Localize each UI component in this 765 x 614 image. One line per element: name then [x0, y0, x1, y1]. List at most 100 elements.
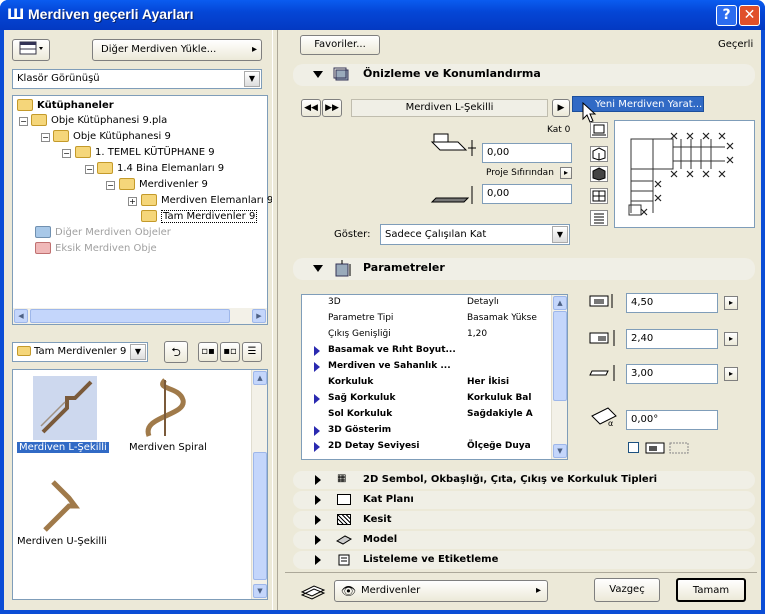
scroll-up-icon[interactable]: ▲ [553, 296, 567, 310]
title-bar: Ш Merdiven geçerli Ayarları ? ✕ [0, 0, 765, 30]
param-row[interactable]: Çıkış Genişliği 1,20 [302, 327, 552, 343]
section-section[interactable]: Kesit [293, 511, 755, 529]
show-select[interactable]: Sadece Çalışılan Kat ▼ [380, 224, 570, 245]
chevron-down-icon[interactable]: ▼ [244, 71, 260, 87]
folder-select[interactable]: Tam Merdivenler 9 ▼ [12, 342, 148, 362]
scroll-up-icon[interactable]: ▲ [253, 371, 267, 385]
param-row[interactable]: Parametre Tipi Basamak Yükse [302, 311, 552, 327]
tree-item-obje-lib[interactable]: Obje Kütüphanesi 9 [53, 130, 171, 146]
param-row[interactable]: Merdiven ve Sahanlık ... [302, 359, 552, 375]
object-label-l[interactable]: Merdiven L-Şekilli [17, 442, 109, 453]
length-input[interactable]: 4,50 [626, 293, 718, 313]
library-menu-button[interactable] [12, 39, 50, 61]
cancel-button[interactable]: Vazgeç [594, 578, 660, 602]
view-list-button[interactable] [590, 210, 608, 226]
section-2d-symbol[interactable]: ▦ 2D Sembol, Okbaşlığı, Çıta, Çıkış ve K… [293, 471, 755, 489]
height-from-floor-input[interactable]: 0,00 [482, 143, 572, 163]
reference-menu-button[interactable]: ▸ [560, 167, 572, 179]
width-input[interactable]: 2,40 [626, 329, 718, 349]
param-row[interactable]: 2D Detay Seviyesi Ölçeğe Duya [302, 439, 552, 455]
height-input[interactable]: 3,00 [626, 364, 718, 384]
collapse-icon[interactable]: − [106, 181, 115, 190]
view-shaded-button[interactable] [590, 166, 608, 182]
stair-plan-preview [628, 132, 734, 216]
param-row[interactable]: Basamak ve Rıht Boyut... [302, 343, 552, 359]
folder-up-button[interactable]: ⮌ [164, 341, 188, 363]
scroll-thumb[interactable] [253, 452, 267, 580]
params-section-header[interactable]: Parametreler [293, 258, 755, 280]
library-icon [19, 41, 43, 55]
collapse-icon[interactable]: − [41, 133, 50, 142]
param-row[interactable]: Sol Korkuluk Sağdakiyle A [302, 407, 552, 423]
tree-item-obje-pla[interactable]: Obje Kütüphanesi 9.pla [31, 114, 167, 130]
height-menu-button[interactable]: ▸ [724, 367, 738, 381]
object-thumb-l[interactable] [33, 376, 97, 440]
tree-item-bina[interactable]: 1.4 Bina Elemanları 9 [97, 162, 224, 178]
tree-item-eksik[interactable]: Eksik Merdiven Obje [35, 242, 157, 258]
param-row[interactable]: Korkuluk Her İkisi [302, 375, 552, 391]
length-menu-button[interactable]: ▸ [724, 296, 738, 310]
expand-triangle-icon [314, 394, 320, 404]
chevron-right-icon: ▶ [557, 103, 565, 113]
scroll-down-icon[interactable]: ▼ [253, 584, 267, 598]
collapse-icon[interactable]: − [19, 117, 28, 126]
param-row[interactable]: Sağ Korkuluk Korkuluk Bal [302, 391, 552, 407]
tree-item-libraries[interactable]: Kütüphaneler [17, 99, 114, 115]
close-button[interactable]: ✕ [739, 5, 760, 26]
view-plan-button[interactable] [590, 122, 608, 138]
help-button[interactable]: ? [716, 5, 737, 26]
tree-item-merdivenler[interactable]: Merdivenler 9 [119, 178, 208, 194]
scroll-right-icon[interactable]: ▶ [252, 309, 266, 323]
floor-plan-icon [337, 494, 351, 505]
tree-item-diger[interactable]: Diğer Merdiven Objeler [35, 226, 171, 242]
view-mode-select[interactable]: Klasör Görünüşü ▼ [12, 69, 262, 89]
scroll-down-icon[interactable]: ▼ [553, 444, 567, 458]
scroll-thumb[interactable] [30, 309, 230, 323]
height-from-project-input[interactable]: 0,00 [482, 184, 572, 204]
next-object-button[interactable]: ▶▶ [322, 99, 342, 117]
scroll-left-icon[interactable]: ◀ [14, 309, 28, 323]
browser-vscrollbar[interactable]: ▲ ▼ [251, 370, 267, 599]
tree-item-tam-merdivenler[interactable]: Tam Merdivenler 9 [141, 210, 258, 226]
object-thumb-spiral[interactable] [135, 376, 199, 440]
section-floor-plan[interactable]: Kat Planı [293, 491, 755, 509]
mirror-icon [645, 442, 689, 454]
chevron-down-icon[interactable]: ▼ [130, 344, 146, 360]
view-3d-button[interactable] [590, 146, 608, 162]
ok-button[interactable]: Tamam [676, 578, 746, 602]
collapse-icon[interactable]: − [62, 149, 71, 158]
object-menu-button[interactable]: ▶ [552, 99, 570, 117]
object-label-spiral[interactable]: Merdiven Spiral [129, 442, 207, 453]
stair-length-icon [589, 294, 613, 308]
favorites-button[interactable]: Favoriler... [300, 35, 380, 55]
chevron-down-icon[interactable]: ▼ [552, 226, 568, 243]
width-menu-button[interactable]: ▸ [724, 332, 738, 346]
list-view-button[interactable]: ☰ [242, 342, 262, 362]
params-vscrollbar[interactable]: ▲ ▼ [551, 295, 567, 459]
tree-item-merdiven-elemanlari[interactable]: Merdiven Elemanları 9 [141, 194, 273, 210]
param-row[interactable]: 3D Detaylı [302, 295, 552, 311]
section-listing[interactable]: Listeleme ve Etiketleme [293, 551, 755, 569]
prev-object-button[interactable]: ◀◀ [301, 99, 321, 117]
load-other-stair-button[interactable]: Diğer Merdiven Yükle... ▸ [92, 39, 262, 61]
scroll-thumb[interactable] [553, 311, 567, 401]
folder-red-icon [35, 242, 51, 254]
mirror-checkbox[interactable] [628, 442, 639, 453]
angle-input[interactable]: 0,00° [626, 410, 718, 430]
object-thumb-u[interactable] [33, 470, 97, 534]
tree-item-temel[interactable]: 1. TEMEL KÜTÜPHANE 9 [75, 146, 215, 162]
splitter[interactable] [272, 30, 278, 610]
layer-select-button[interactable]: 👁 Merdivenler ▸ [334, 580, 548, 602]
expand-icon[interactable]: + [128, 197, 137, 206]
small-icons-view-button[interactable]: ▪▫ [220, 342, 240, 362]
param-row[interactable]: 3D Gösterim [302, 423, 552, 439]
section-model[interactable]: Model [293, 531, 755, 549]
view-section-button[interactable] [590, 188, 608, 204]
folder-open-icon [141, 210, 157, 222]
collapse-icon[interactable]: − [85, 165, 94, 174]
large-icons-view-button[interactable]: ▫▪ [198, 342, 218, 362]
preview-section-header[interactable]: Önizleme ve Konumlandırma [293, 64, 755, 86]
tree-hscrollbar[interactable]: ◀ ▶ [13, 308, 267, 324]
object-label-u[interactable]: Merdiven U-Şekilli [17, 536, 107, 547]
library-tree: Kütüphaneler − Obje Kütüphanesi 9.pla − … [12, 95, 273, 325]
